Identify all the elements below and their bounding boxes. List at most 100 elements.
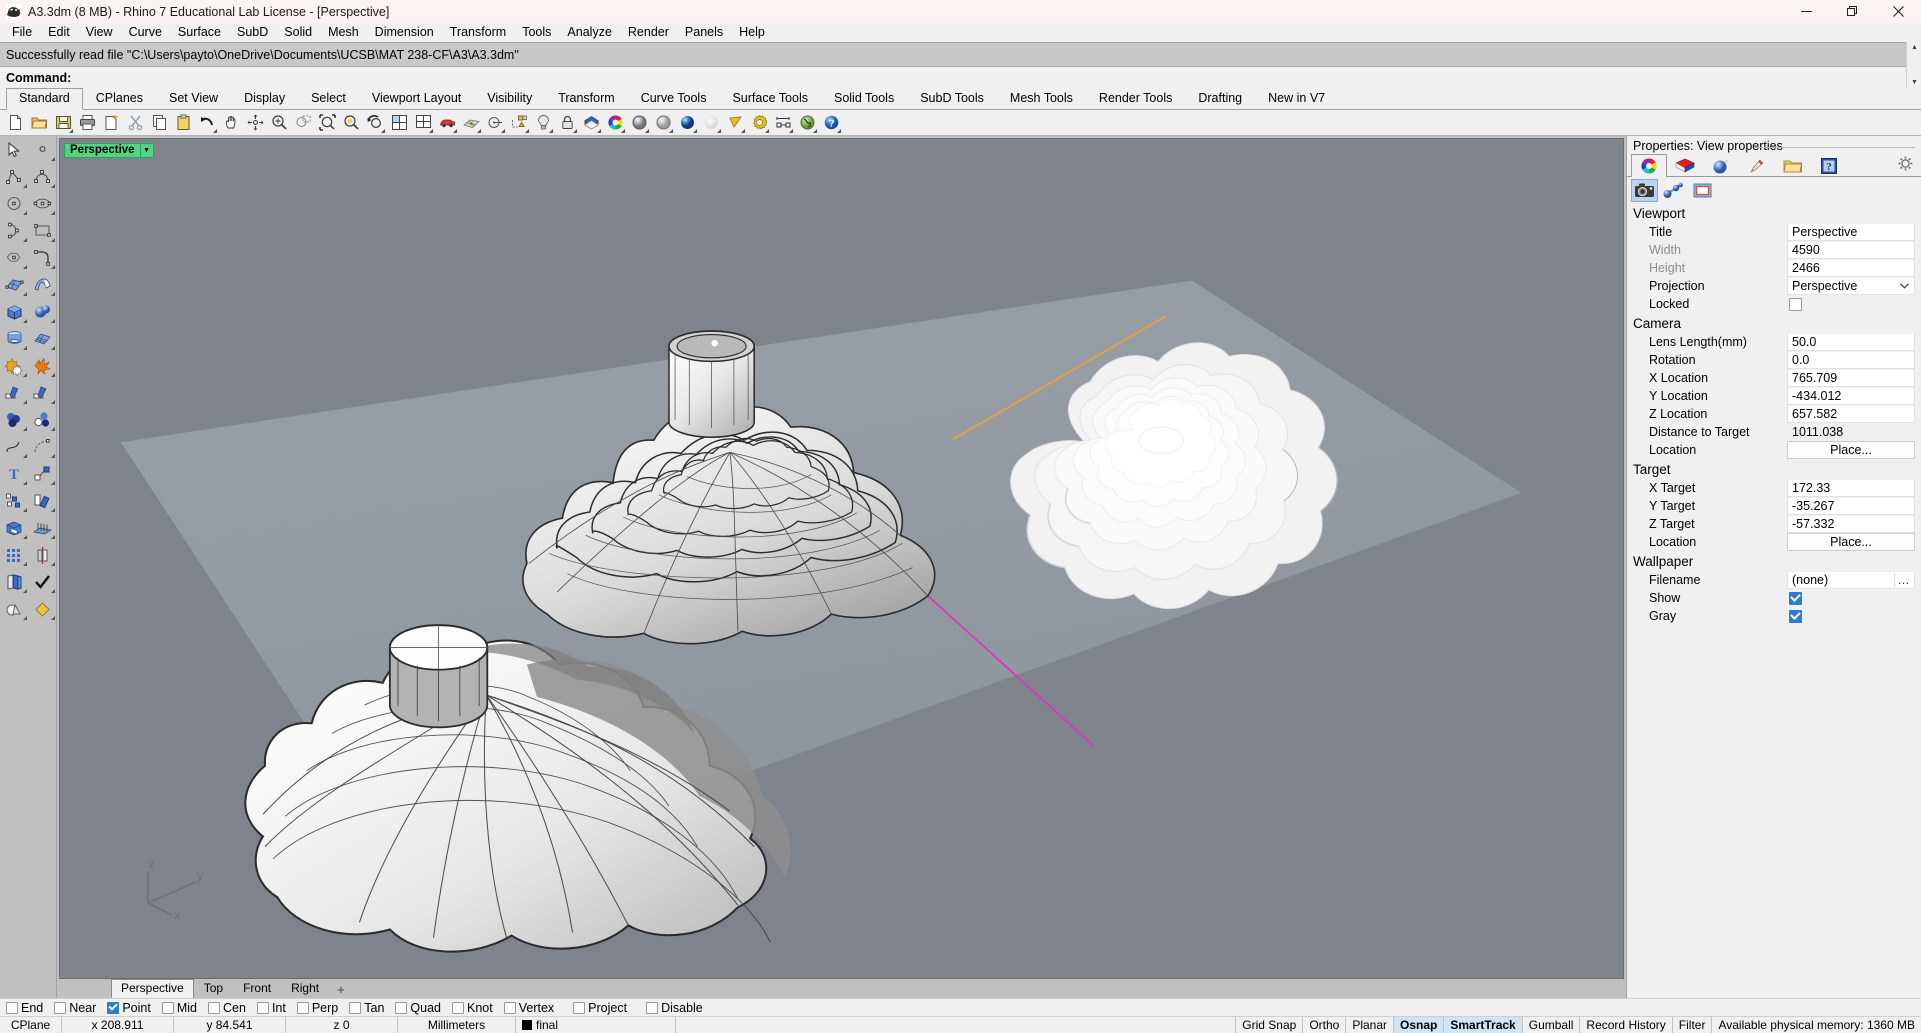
tab-new-in-v7[interactable]: New in V7 [1255, 88, 1338, 109]
osnap-perp[interactable]: Perp [296, 1001, 338, 1015]
arctic-sphere-icon[interactable] [700, 112, 722, 134]
extend-curve-icon[interactable] [29, 436, 56, 459]
rotate-view-icon[interactable] [244, 112, 266, 134]
light-bulb-icon[interactable] [532, 112, 554, 134]
curve-icon[interactable] [29, 166, 56, 189]
menu-edit[interactable]: Edit [40, 23, 78, 42]
target-place-button[interactable]: Place... [1787, 533, 1915, 551]
viewport-title-label[interactable]: Perspective ▼ [64, 143, 154, 158]
status-toggle-gumball[interactable]: Gumball [1523, 1017, 1581, 1033]
osnap-quad-checkbox[interactable] [395, 1001, 408, 1014]
prop-row-filename[interactable]: Filename (none) … [1627, 571, 1921, 589]
viewport-split-icon[interactable] [412, 112, 434, 134]
chevron-down-icon[interactable]: ▼ [139, 144, 153, 157]
prop-row-target-location[interactable]: Location Place... [1627, 533, 1921, 551]
material-tab[interactable] [1667, 154, 1703, 176]
cplane-grid-icon[interactable] [460, 112, 482, 134]
status-toggle-planar[interactable]: Planar [1346, 1017, 1395, 1033]
prop-value-x-location[interactable]: 765.709 [1787, 369, 1915, 387]
shaded-sphere-icon[interactable] [628, 112, 650, 134]
paste-clipboard-icon[interactable] [172, 112, 194, 134]
prop-value-z-location[interactable]: 657.582 [1787, 405, 1915, 423]
menu-analyze[interactable]: Analyze [559, 23, 619, 42]
tab-set-view[interactable]: Set View [156, 88, 231, 109]
menu-dimension[interactable]: Dimension [367, 23, 442, 42]
cylinder-solid-icon[interactable] [1, 328, 28, 351]
prop-row-title[interactable]: Title Perspective [1627, 223, 1921, 241]
osnap-vertex[interactable]: Vertex [503, 1001, 554, 1015]
osnap-end-checkbox[interactable] [6, 1001, 18, 1014]
polyline-icon[interactable] [1, 166, 28, 189]
layer-state-icon[interactable] [508, 112, 530, 134]
locked-checkbox[interactable] [1789, 297, 1802, 311]
checkmark-icon[interactable] [29, 571, 56, 594]
osnap-knot-checkbox[interactable] [452, 1001, 464, 1014]
boolean-difference-icon[interactable] [1, 409, 28, 432]
command-prompt[interactable]: Command: [0, 67, 1921, 88]
prop-value-filename[interactable]: (none) … [1787, 571, 1915, 589]
mirror-icon[interactable] [29, 544, 56, 567]
tab-select[interactable]: Select [298, 88, 359, 109]
prop-value-x-target[interactable]: 172.33 [1787, 479, 1915, 497]
clipping-plane-subtab[interactable] [1661, 180, 1686, 201]
menu-mesh[interactable]: Mesh [320, 23, 367, 42]
prop-row-width[interactable]: Width 4590 [1627, 241, 1921, 259]
tab-viewport-layout[interactable]: Viewport Layout [359, 88, 474, 109]
viewport-tab-front[interactable]: Front [233, 979, 281, 998]
viewport-tab-right[interactable]: Right [281, 979, 329, 998]
menu-help[interactable]: Help [731, 23, 773, 42]
menu-surface[interactable]: Surface [170, 23, 229, 42]
new-file-icon[interactable] [4, 112, 26, 134]
command-scroll-down-icon[interactable]: ▼ [1907, 77, 1921, 88]
zoom-in-icon[interactable] [268, 112, 290, 134]
status-toggle-osnap[interactable]: Osnap [1394, 1017, 1445, 1033]
scatter-copy-icon[interactable] [1, 490, 28, 513]
viewport-4-icon[interactable] [388, 112, 410, 134]
prop-value-show[interactable] [1787, 589, 1921, 607]
array-linear-icon[interactable] [29, 517, 56, 540]
osnap-vertex-checkbox[interactable] [503, 1001, 516, 1014]
earth-globe-icon[interactable] [796, 112, 818, 134]
point-icon[interactable] [29, 139, 56, 162]
osnap-point-checkbox[interactable] [107, 1001, 120, 1014]
gear-icon[interactable] [1897, 155, 1915, 173]
split-icon[interactable] [29, 382, 56, 405]
menu-panels[interactable]: Panels [677, 23, 731, 42]
prop-row-y-target[interactable]: Y Target -35.267 [1627, 497, 1921, 515]
menu-render[interactable]: Render [620, 23, 677, 42]
prop-row-gray[interactable]: Gray [1627, 607, 1921, 625]
car-render-icon[interactable] [436, 112, 458, 134]
prop-row-x-location[interactable]: X Location 765.709 [1627, 369, 1921, 387]
lock-icon[interactable] [556, 112, 578, 134]
tab-standard[interactable]: Standard [6, 88, 83, 110]
copy-icon[interactable] [148, 112, 170, 134]
prop-row-x-target[interactable]: X Target 172.33 [1627, 479, 1921, 497]
osnap-cen[interactable]: Cen [208, 1001, 246, 1015]
status-layer[interactable]: final [516, 1017, 676, 1033]
frame-subtab[interactable] [1690, 180, 1715, 201]
command-scroll-up-icon[interactable]: ▲ [1907, 42, 1921, 53]
tab-visibility[interactable]: Visibility [474, 88, 545, 109]
ghosted-sphere-icon[interactable] [652, 112, 674, 134]
osnap-point[interactable]: Point [107, 1001, 151, 1015]
menu-tools[interactable]: Tools [514, 23, 559, 42]
color-wheel-icon[interactable] [604, 112, 626, 134]
browse-file-button[interactable]: … [1894, 573, 1912, 587]
prop-value-height[interactable]: 2466 [1787, 259, 1915, 277]
prop-value-width[interactable]: 4590 [1787, 241, 1915, 259]
zoom-selected-icon[interactable] [340, 112, 362, 134]
render-mesh-icon[interactable] [1, 598, 28, 621]
dimension-icon[interactable] [772, 112, 794, 134]
prop-value-title[interactable]: Perspective [1787, 223, 1915, 241]
pan-hand-icon[interactable] [220, 112, 242, 134]
zoom-window-icon[interactable] [292, 112, 314, 134]
osnap-perp-checkbox[interactable] [296, 1001, 309, 1014]
prop-row-z-location[interactable]: Z Location 657.582 [1627, 405, 1921, 423]
osnap-project-checkbox[interactable] [573, 1001, 586, 1014]
close-button[interactable] [1875, 0, 1921, 23]
rectangle-icon[interactable] [29, 220, 56, 243]
show-checkbox[interactable] [1789, 591, 1802, 605]
status-cplane[interactable]: CPlane [0, 1017, 62, 1033]
osnap-knot[interactable]: Knot [452, 1001, 493, 1015]
loft-surface-icon[interactable] [29, 274, 56, 297]
